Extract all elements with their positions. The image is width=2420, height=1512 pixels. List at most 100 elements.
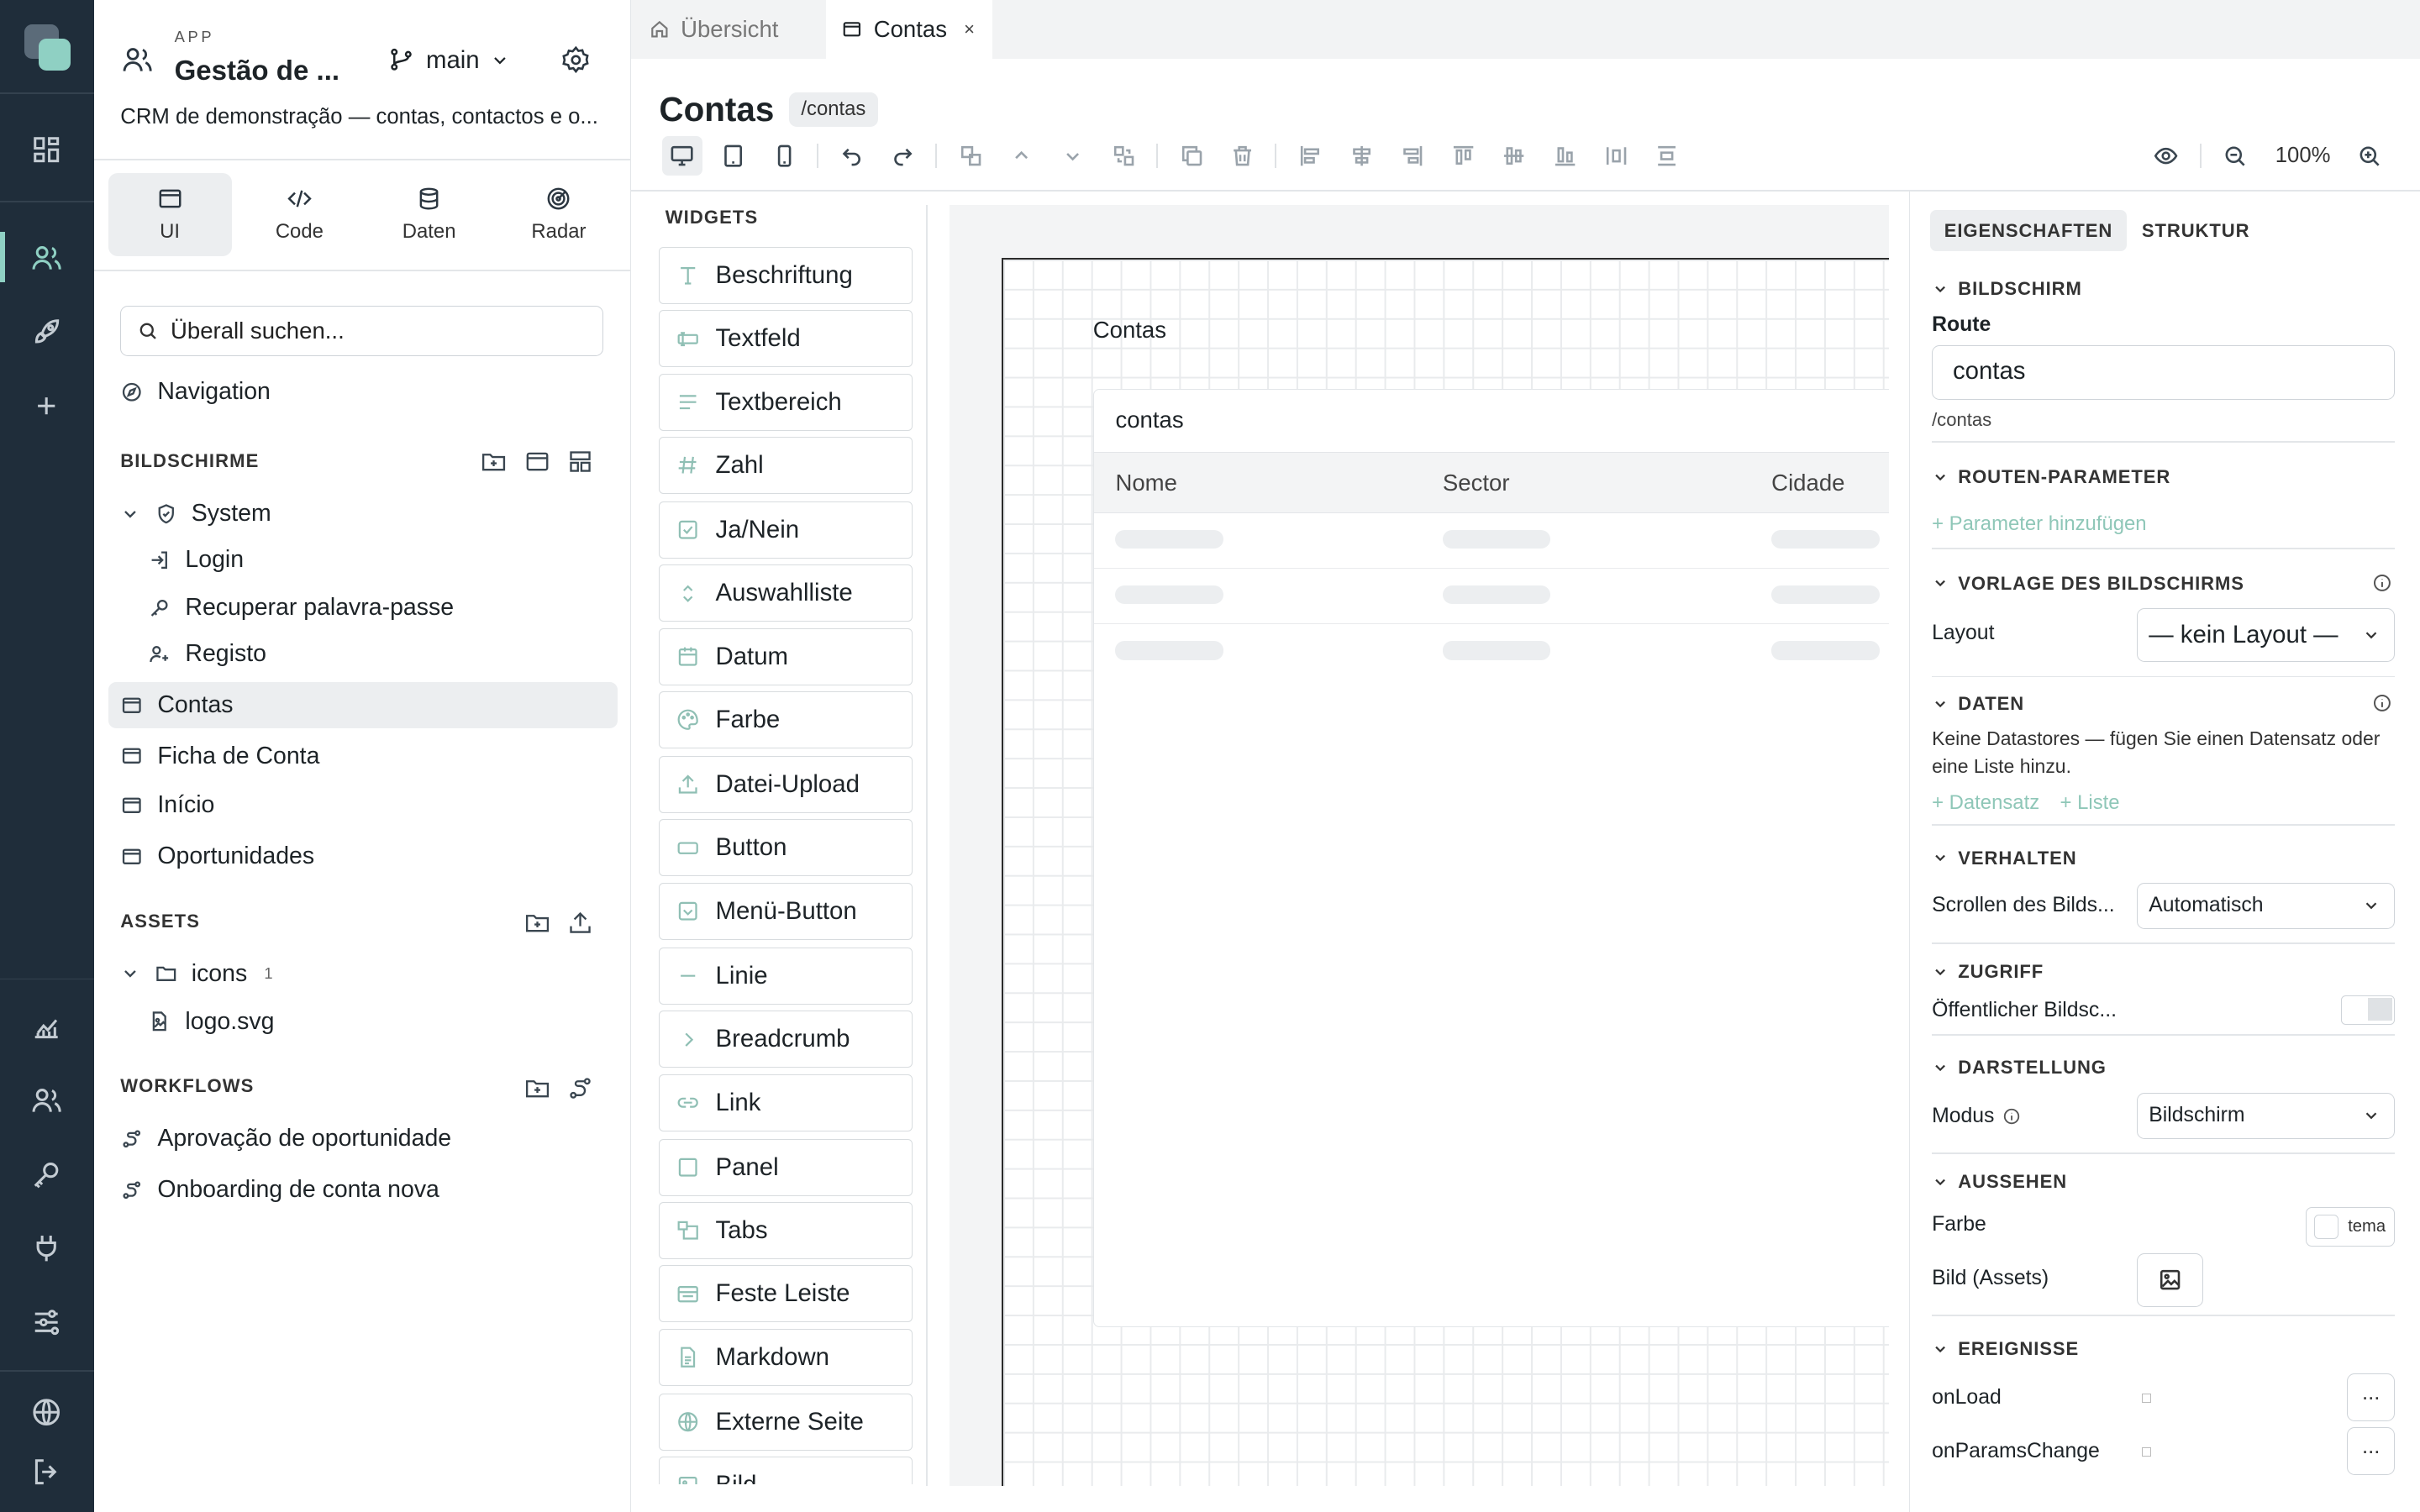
align-right-button[interactable]: [1392, 136, 1433, 176]
distribute-horizontal-button[interactable]: [1596, 136, 1636, 176]
plug-icon[interactable]: [29, 1231, 63, 1265]
asset-folder-icons[interactable]: icons 1: [120, 952, 273, 995]
section-access[interactable]: ZUGRIFF: [1932, 961, 2044, 983]
widget-menu-button[interactable]: Menü-Button: [659, 882, 913, 940]
public-screen-toggle[interactable]: [2340, 995, 2396, 1025]
navigation-item[interactable]: Navigation: [120, 370, 271, 413]
screen-title-label[interactable]: Contas: [1093, 317, 1166, 344]
align-middle-button[interactable]: [1494, 136, 1534, 176]
widget-markdown[interactable]: Markdown: [659, 1328, 913, 1386]
sliders-icon[interactable]: [29, 1305, 63, 1339]
tab-ui[interactable]: UI: [108, 172, 232, 256]
align-bottom-button[interactable]: [1545, 136, 1586, 176]
screen-item-ficha-de-conta[interactable]: Ficha de Conta: [120, 734, 319, 777]
screen-item-oportunidades[interactable]: Oportunidades: [120, 835, 314, 878]
new-screen-icon[interactable]: [523, 448, 551, 475]
users-icon[interactable]: [29, 241, 63, 275]
mode-select[interactable]: Bildschirm: [2137, 1092, 2396, 1139]
layout-icon[interactable]: [566, 448, 594, 475]
workflow-item-approval[interactable]: Aprovação de oportunidade: [120, 1117, 451, 1160]
search-input[interactable]: [171, 318, 587, 345]
close-icon[interactable]: ×: [964, 18, 975, 40]
event-edit-button[interactable]: ...: [2347, 1373, 2396, 1421]
undo-button[interactable]: [832, 136, 872, 176]
upload-icon[interactable]: [566, 909, 594, 937]
add-record-link[interactable]: + Datensatz: [1932, 791, 2039, 815]
widget-textfield[interactable]: Textfeld: [659, 310, 913, 368]
screen-item-register[interactable]: Registo: [148, 633, 266, 675]
delete-button[interactable]: [1223, 136, 1263, 176]
section-route-params[interactable]: ROUTEN-PARAMETER: [1932, 466, 2170, 488]
globe-icon[interactable]: [29, 1395, 63, 1429]
zoom-out-button[interactable]: [2215, 136, 2255, 176]
duplicate-button[interactable]: [1171, 136, 1212, 176]
tablet-view-button[interactable]: [713, 136, 754, 176]
new-folder-icon[interactable]: [523, 1074, 551, 1102]
screen-item-password-recovery[interactable]: Recuperar palavra-passe: [148, 586, 454, 629]
settings-gear-icon[interactable]: [560, 45, 592, 76]
widget-line[interactable]: Linie: [659, 947, 913, 1005]
widget-color[interactable]: Farbe: [659, 690, 913, 748]
logout-icon[interactable]: [29, 1455, 63, 1488]
redo-button[interactable]: [883, 136, 923, 176]
image-picker-button[interactable]: [2137, 1252, 2204, 1307]
tab-properties[interactable]: EIGENSCHAFTEN: [1930, 209, 2127, 252]
tab-code[interactable]: Code: [238, 173, 361, 256]
workflow-item-onboarding[interactable]: Onboarding de conta nova: [120, 1168, 439, 1211]
widget-checkbox[interactable]: Ja/Nein: [659, 501, 913, 559]
ungroup-button[interactable]: [1103, 136, 1144, 176]
widget-file-upload[interactable]: Datei-Upload: [659, 756, 913, 814]
design-canvas[interactable]: Contas contas Nome Sector Cidade: [949, 205, 1890, 1487]
info-icon[interactable]: [2002, 1107, 2021, 1126]
plus-icon[interactable]: [29, 389, 63, 423]
add-parameter-link[interactable]: + Parameter hinzufügen: [1932, 512, 2147, 536]
section-display[interactable]: DARSTELLUNG: [1932, 1057, 2107, 1079]
widget-image[interactable]: Bild: [659, 1457, 913, 1485]
scroll-select[interactable]: Automatisch: [2137, 882, 2396, 929]
screen-frame[interactable]: Contas contas Nome Sector Cidade: [1002, 257, 1890, 1487]
branch-selector[interactable]: main: [387, 43, 510, 76]
screen-item-inicio[interactable]: Início: [120, 784, 214, 827]
widget-fixed-bar[interactable]: Feste Leiste: [659, 1265, 913, 1323]
section-screen-template[interactable]: VORLAGE DES BILDSCHIRMS: [1932, 573, 2244, 595]
distribute-vertical-button[interactable]: [1647, 136, 1687, 176]
asset-file-logo[interactable]: logo.svg: [148, 1000, 274, 1042]
screen-item-contas[interactable]: Contas: [108, 681, 618, 729]
color-picker[interactable]: tema: [2305, 1206, 2396, 1247]
team-icon[interactable]: [29, 1084, 63, 1117]
phone-view-button[interactable]: [764, 136, 804, 176]
widget-tabs[interactable]: Tabs: [659, 1202, 913, 1259]
widget-link[interactable]: Link: [659, 1074, 913, 1131]
screen-item-login[interactable]: Login: [148, 538, 244, 581]
info-icon[interactable]: [2372, 573, 2392, 593]
tab-structure[interactable]: STRUKTUR: [2128, 210, 2264, 252]
widget-breadcrumb[interactable]: Breadcrumb: [659, 1011, 913, 1068]
info-icon[interactable]: [2372, 693, 2392, 713]
widget-panel[interactable]: Panel: [659, 1138, 913, 1196]
add-list-link[interactable]: + Liste: [2060, 791, 2120, 815]
chart-icon[interactable]: [29, 1009, 63, 1042]
new-folder-icon[interactable]: [523, 909, 551, 937]
widget-date[interactable]: Datum: [659, 627, 913, 685]
tab-contas[interactable]: Contas ×: [825, 0, 993, 59]
layout-select[interactable]: — kein Layout —: [2137, 607, 2396, 663]
screen-group-system[interactable]: System: [120, 492, 271, 535]
tab-radar[interactable]: Radar: [497, 173, 620, 256]
section-screen[interactable]: BILDSCHIRM: [1932, 278, 2082, 300]
zoom-in-button[interactable]: [2349, 136, 2390, 176]
move-down-button[interactable]: [1053, 136, 1093, 176]
table-widget[interactable]: contas Nome Sector Cidade: [1092, 389, 1890, 1327]
key-icon[interactable]: [29, 1158, 63, 1191]
desktop-view-button[interactable]: [662, 135, 702, 176]
widget-label[interactable]: Beschriftung: [659, 246, 913, 304]
move-up-button[interactable]: [1002, 136, 1042, 176]
section-data[interactable]: DATEN: [1932, 693, 2024, 715]
widget-select[interactable]: Auswahlliste: [659, 564, 913, 622]
preview-button[interactable]: [2145, 136, 2186, 176]
tab-data[interactable]: Daten: [367, 173, 491, 256]
event-edit-button[interactable]: ...: [2347, 1427, 2396, 1476]
section-behavior[interactable]: VERHALTEN: [1932, 848, 2077, 869]
section-events[interactable]: EREIGNISSE: [1932, 1338, 2079, 1360]
widget-button[interactable]: Button: [659, 819, 913, 877]
align-center-button[interactable]: [1341, 136, 1381, 176]
